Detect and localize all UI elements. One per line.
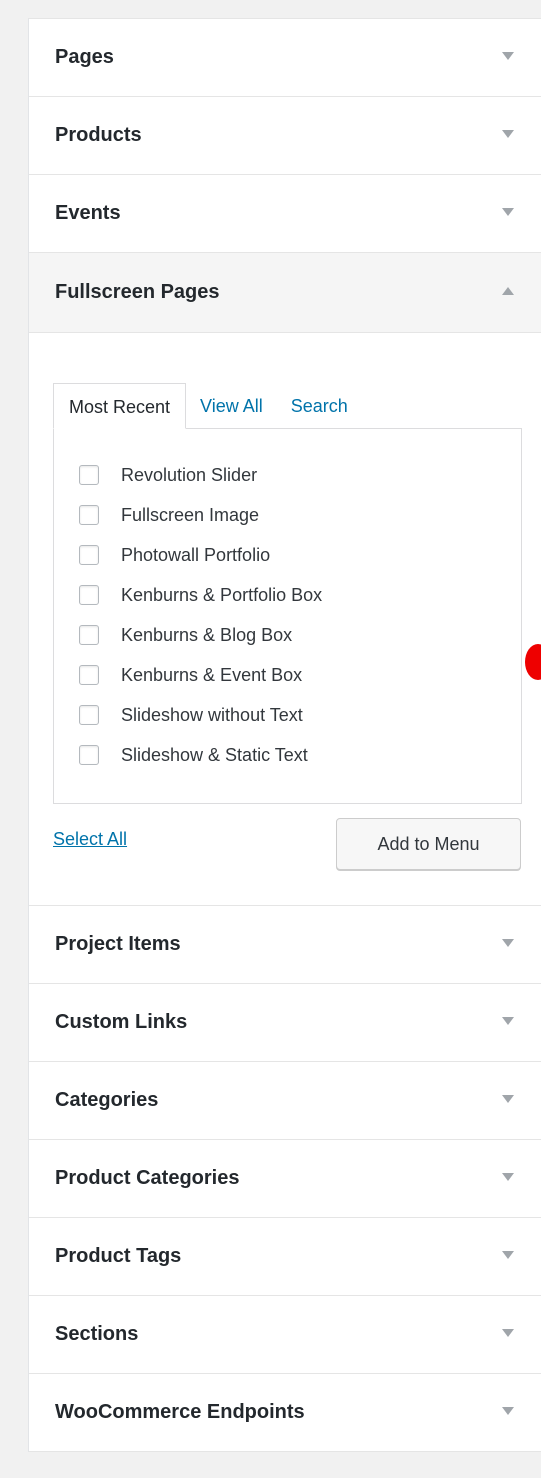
section-products[interactable]: Products [29,97,541,175]
checkbox[interactable] [79,465,99,485]
section-fullscreen-pages[interactable]: Fullscreen Pages [29,253,541,333]
page-checklist: Revolution Slider Fullscreen Image Photo… [54,429,521,775]
chevron-down-icon [502,1328,514,1337]
section-label: Custom Links [55,1011,188,1033]
select-all-link[interactable]: Select All [53,824,127,854]
list-item[interactable]: Kenburns & Blog Box [79,615,521,655]
item-label: Photowall Portfolio [121,544,271,565]
chevron-down-icon [502,1172,514,1181]
checkbox[interactable] [79,505,99,525]
section-custom-links[interactable]: Custom Links [29,984,541,1062]
tab-most-recent[interactable]: Most Recent [53,383,187,429]
item-label: Kenburns & Event Box [121,664,303,685]
section-label: Product Categories [55,1167,240,1189]
section-label: Products [55,124,142,146]
section-pages[interactable]: Pages [29,19,541,97]
section-product-categories[interactable]: Product Categories [29,1140,541,1218]
list-item[interactable]: Kenburns & Portfolio Box [79,575,521,615]
section-woocommerce-endpoints[interactable]: WooCommerce Endpoints [29,1374,541,1452]
tab-search[interactable]: Search [277,383,362,429]
section-label: Categories [55,1089,159,1111]
section-events[interactable]: Events [29,175,541,253]
section-label: Project Items [55,933,181,955]
checkbox[interactable] [79,625,99,645]
list-item[interactable]: Slideshow & Static Text [79,735,521,775]
tab-view-all[interactable]: View All [186,383,277,429]
item-label: Fullscreen Image [121,504,260,525]
item-label: Revolution Slider [121,464,258,485]
list-item[interactable]: Photowall Portfolio [79,535,521,575]
chevron-down-icon [502,1406,514,1415]
item-label: Slideshow & Static Text [121,744,308,765]
most-recent-panel: Revolution Slider Fullscreen Image Photo… [53,428,522,804]
list-item[interactable]: Revolution Slider [79,455,521,495]
section-sections[interactable]: Sections [29,1296,541,1374]
chevron-down-icon [502,1094,514,1103]
section-product-tags[interactable]: Product Tags [29,1218,541,1296]
tab-bar: Most Recent View All Search [53,383,362,429]
chevron-down-icon [502,938,514,947]
item-label: Slideshow without Text [121,704,303,725]
add-to-menu-button[interactable]: Add to Menu [336,818,521,870]
fullscreen-pages-body: Most Recent View All Search Revolution S… [29,333,541,906]
chevron-up-icon [502,286,514,295]
section-label: Fullscreen Pages [55,281,220,303]
chevron-down-icon [502,1016,514,1025]
section-project-items[interactable]: Project Items [29,906,541,984]
checkbox[interactable] [79,705,99,725]
section-label: WooCommerce Endpoints [55,1401,305,1423]
chevron-down-icon [502,129,514,138]
list-item[interactable]: Slideshow without Text [79,695,521,735]
checkbox[interactable] [79,665,99,685]
checkbox[interactable] [79,545,99,565]
section-label: Pages [55,46,114,68]
section-categories[interactable]: Categories [29,1062,541,1140]
chevron-down-icon [502,207,514,216]
section-label: Product Tags [55,1245,182,1267]
menu-items-panel: Pages Products Events Fullscreen Pages M… [28,18,541,1452]
checkbox[interactable] [79,745,99,765]
section-label: Sections [55,1323,139,1345]
checkbox[interactable] [79,585,99,605]
chevron-down-icon [502,51,514,60]
item-label: Kenburns & Portfolio Box [121,584,323,605]
item-label: Kenburns & Blog Box [121,624,293,645]
list-item[interactable]: Kenburns & Event Box [79,655,521,695]
section-label: Events [55,202,121,224]
list-item[interactable]: Fullscreen Image [79,495,521,535]
chevron-down-icon [502,1250,514,1259]
